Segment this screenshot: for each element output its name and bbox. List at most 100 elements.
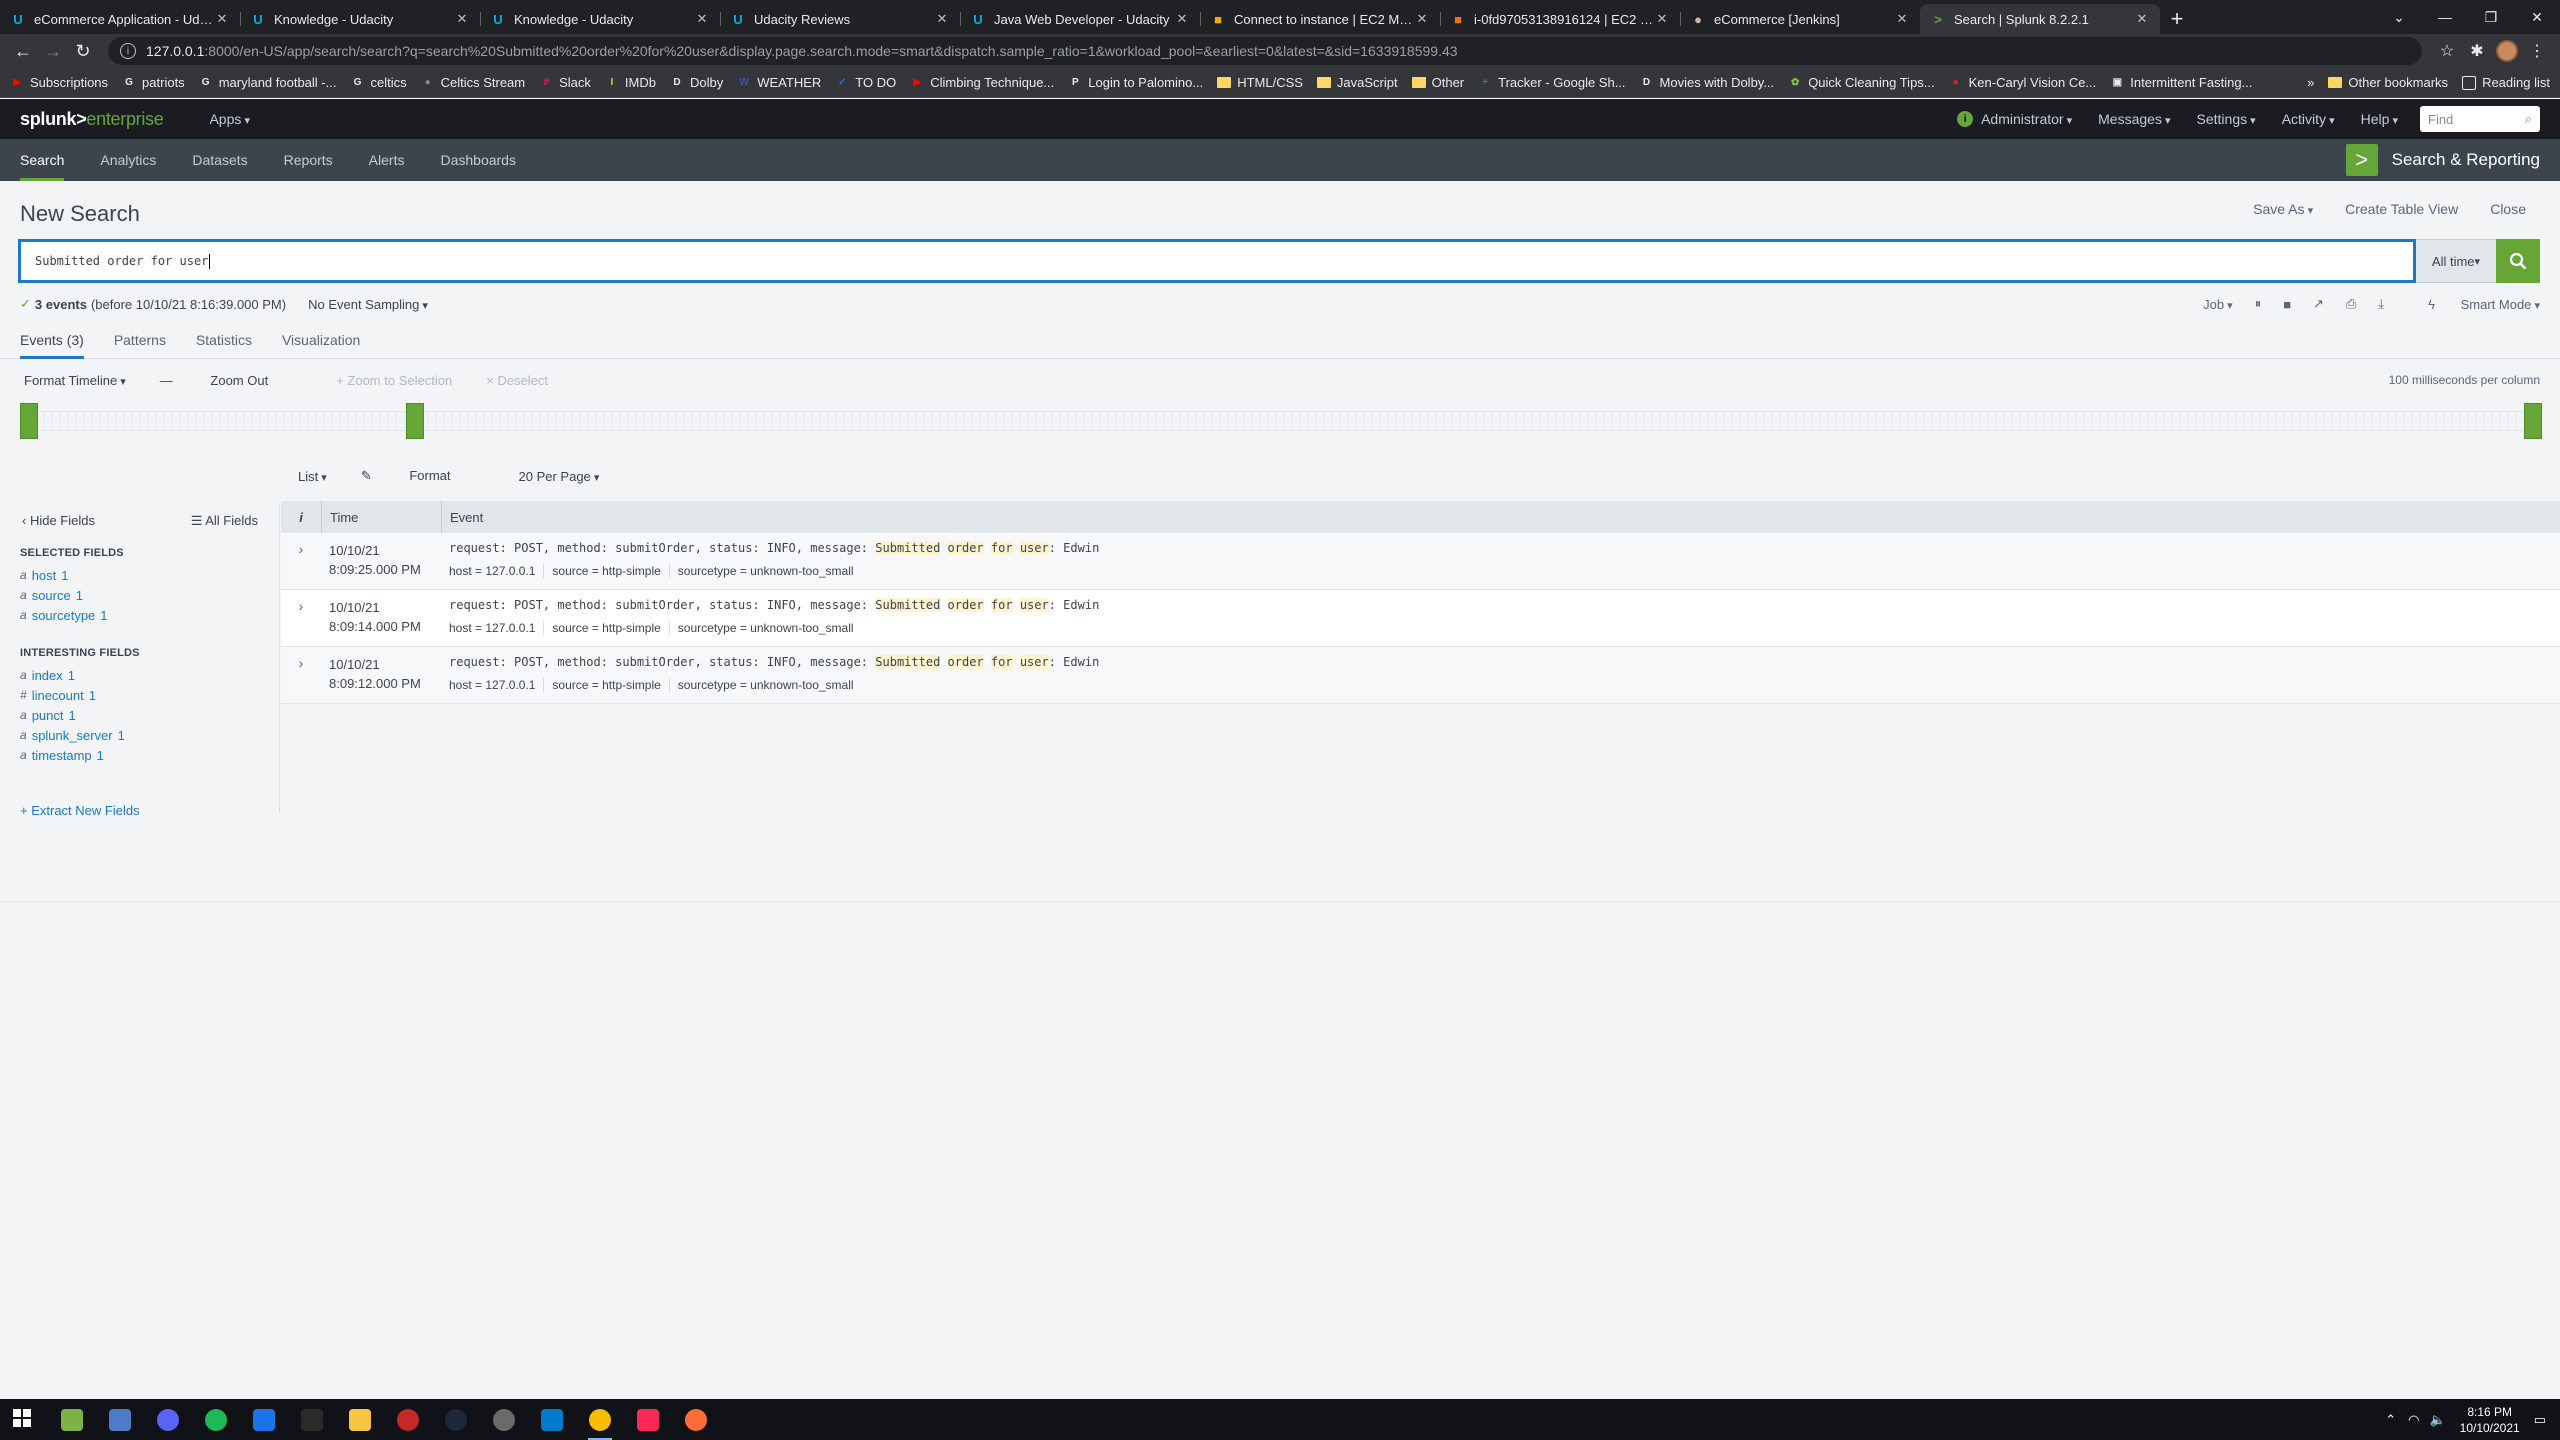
share-icon[interactable]: ↗ xyxy=(2313,296,2324,312)
close-tab-icon[interactable]: ✕ xyxy=(2134,11,2150,27)
print-icon[interactable]: ⎙ xyxy=(2346,296,2356,312)
app-name[interactable]: > Search & Reporting xyxy=(2345,139,2540,181)
format-button[interactable]: ✎ Format xyxy=(361,468,485,484)
bookmark-item[interactable]: ● Ken-Caryl Vision Ce... xyxy=(1949,75,2097,90)
timeline-bar[interactable] xyxy=(20,403,38,439)
site-info-icon[interactable]: i xyxy=(120,43,136,59)
nav-reports[interactable]: Reports xyxy=(284,139,333,181)
highlight-term[interactable]: user xyxy=(1019,541,1049,555)
zoom-to-selection-button[interactable]: + Zoom to Selection xyxy=(336,373,452,388)
all-fields-button[interactable]: ☰ All Fields xyxy=(191,513,258,529)
bookmark-item[interactable]: I IMDb xyxy=(605,75,656,90)
pause-icon[interactable]: ⏸ xyxy=(2255,296,2262,312)
event-raw[interactable]: request: POST, method: submitOrder, stat… xyxy=(449,655,2560,674)
field-item[interactable]: # linecount 1 xyxy=(20,685,140,705)
per-page-dropdown[interactable]: 20 Per Page xyxy=(519,469,600,484)
other-bookmarks[interactable]: Other bookmarks xyxy=(2328,75,2448,90)
find-input[interactable]: Find ⌕ xyxy=(2420,106,2540,132)
tab-patterns[interactable]: Patterns xyxy=(114,321,166,358)
bookmark-item[interactable]: ▶ Climbing Technique... xyxy=(910,75,1054,90)
reload-icon[interactable]: ↻ xyxy=(68,36,98,66)
tab-events[interactable]: Events (3) xyxy=(20,321,84,359)
highlight-term[interactable]: for xyxy=(990,541,1013,555)
search-input[interactable]: Submitted order for user xyxy=(18,239,2416,283)
minimize-icon[interactable]: — xyxy=(2422,0,2468,34)
bookmark-item[interactable]: D Dolby xyxy=(670,75,723,90)
tab-visualization[interactable]: Visualization xyxy=(282,321,360,358)
browser-tab[interactable]: U Java Web Developer - Udacity ✕ xyxy=(960,4,1200,34)
notifications-icon[interactable]: ▭ xyxy=(2534,1412,2546,1428)
bookmark-item[interactable]: P Login to Palomino... xyxy=(1068,75,1203,90)
event-raw[interactable]: request: POST, method: submitOrder, stat… xyxy=(449,598,2560,617)
apps-menu[interactable]: Apps xyxy=(209,111,250,127)
field-item[interactable]: a host 1 xyxy=(20,565,124,585)
bookmark-star-icon[interactable]: ☆ xyxy=(2432,36,2462,66)
back-icon[interactable]: ← xyxy=(8,36,38,66)
hide-fields-button[interactable]: ‹ Hide Fields xyxy=(22,513,95,529)
deselect-button[interactable]: × Deselect xyxy=(486,373,548,388)
bookmark-item[interactable]: Gmaryland football -... xyxy=(199,75,337,90)
highlight-term[interactable]: Submitted xyxy=(875,541,941,555)
file-explorer-icon[interactable] xyxy=(336,1399,384,1440)
close-tab-icon[interactable]: ✕ xyxy=(1894,11,1910,27)
close-tab-icon[interactable]: ✕ xyxy=(214,11,230,27)
browser-tab[interactable]: ■ i-0fd97053138916124 | EC2 Insta ✕ xyxy=(1440,4,1680,34)
bookmark-item[interactable]: HTML/CSS xyxy=(1217,75,1303,90)
messages-menu[interactable]: Messages xyxy=(2098,111,2170,127)
postman-icon[interactable] xyxy=(672,1399,720,1440)
expand-chevron-icon[interactable]: › xyxy=(281,590,321,646)
nav-search[interactable]: Search xyxy=(20,139,65,181)
browser-tab[interactable]: U Udacity Reviews ✕ xyxy=(720,4,960,34)
bookmarks-overflow-icon[interactable]: » xyxy=(2307,75,2314,90)
app-red-icon[interactable] xyxy=(384,1399,432,1440)
expand-chevron-icon[interactable]: › xyxy=(281,647,321,703)
nav-alerts[interactable]: Alerts xyxy=(369,139,405,181)
vscode-icon[interactable] xyxy=(528,1399,576,1440)
clock[interactable]: 8:16 PM 10/10/2021 xyxy=(2460,1404,2520,1436)
extensions-icon[interactable]: ✱ xyxy=(2462,36,2492,66)
event-sourcetype[interactable]: sourcetype = unknown-too_small xyxy=(678,621,862,635)
bookmark-item[interactable]: ▣ Intermittent Fasting... xyxy=(2110,75,2253,90)
chrome-icon[interactable] xyxy=(576,1399,624,1440)
event-sampling-dropdown[interactable]: No Event Sampling xyxy=(308,297,428,312)
close-tab-icon[interactable]: ✕ xyxy=(694,11,710,27)
close-tab-icon[interactable]: ✕ xyxy=(1414,11,1430,27)
notepad-icon[interactable] xyxy=(48,1399,96,1440)
event-source[interactable]: source = http-simple xyxy=(552,564,670,578)
format-timeline-dropdown[interactable]: Format Timeline xyxy=(24,373,126,388)
new-tab-button[interactable]: + xyxy=(2160,4,2194,34)
search-button[interactable] xyxy=(2496,239,2540,283)
expand-chevron-icon[interactable]: › xyxy=(281,533,321,589)
bookmark-item[interactable]: ▶ Subscriptions xyxy=(10,75,108,90)
timeline-bar[interactable] xyxy=(2524,403,2542,439)
browser-tab[interactable]: U Knowledge - Udacity ✕ xyxy=(240,4,480,34)
settings-menu[interactable]: Settings xyxy=(2197,111,2256,127)
reading-list[interactable]: Reading list xyxy=(2462,75,2550,90)
highlight-term[interactable]: order xyxy=(947,598,984,612)
event-host[interactable]: host = 127.0.0.1 xyxy=(449,621,545,635)
highlight-term[interactable]: for xyxy=(990,598,1013,612)
event-sourcetype[interactable]: sourcetype = unknown-too_small xyxy=(678,564,862,578)
epic-games-icon[interactable] xyxy=(288,1399,336,1440)
field-item[interactable]: a sourcetype 1 xyxy=(20,605,124,625)
timeline-bar[interactable] xyxy=(406,403,424,439)
time-range-picker[interactable]: All time xyxy=(2416,239,2496,283)
event-host[interactable]: host = 127.0.0.1 xyxy=(449,564,545,578)
job-menu[interactable]: Job xyxy=(2203,297,2233,312)
close-tab-icon[interactable]: ✕ xyxy=(934,11,950,27)
nav-datasets[interactable]: Datasets xyxy=(192,139,247,181)
browser-tab[interactable]: > Search | Splunk 8.2.2.1 ✕ xyxy=(1920,4,2160,34)
activity-menu[interactable]: Activity xyxy=(2282,111,2335,127)
search-mode-dropdown[interactable]: ϟ Smart Mode xyxy=(2406,297,2540,312)
tray-chevron-icon[interactable]: ⌃ xyxy=(2385,1412,2396,1428)
splunk-logo[interactable]: splunk>enterprise xyxy=(20,109,164,130)
close-button[interactable]: Close xyxy=(2490,201,2526,217)
highlight-term[interactable]: for xyxy=(990,655,1013,669)
nav-analytics[interactable]: Analytics xyxy=(100,139,156,181)
help-menu[interactable]: Help xyxy=(2361,111,2398,127)
zoom-out-button[interactable]: — Zoom Out xyxy=(160,373,302,388)
restore-icon[interactable]: ❐ xyxy=(2468,0,2514,34)
field-item[interactable]: a punct 1 xyxy=(20,705,140,725)
field-item[interactable]: a splunk_server 1 xyxy=(20,725,140,745)
field-item[interactable]: a index 1 xyxy=(20,665,140,685)
